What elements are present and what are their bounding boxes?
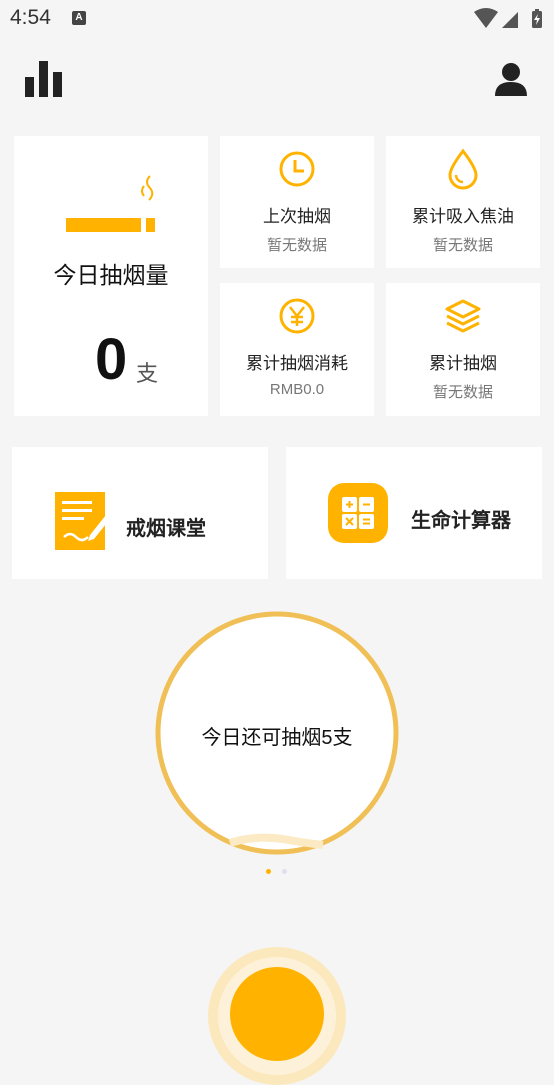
stat-title: 累计吸入焦油: [412, 207, 514, 226]
today-count-card: 今日抽烟量 0 支: [14, 136, 208, 416]
page-dot-active[interactable]: [266, 869, 271, 874]
today-count-unit: 支: [136, 361, 159, 386]
stat-value: 暂无数据: [432, 384, 493, 401]
status-indicators: [474, 8, 542, 28]
status-time: 4:54: [10, 6, 51, 29]
last-smoke-card[interactable]: 上次抽烟 暂无数据: [220, 136, 374, 268]
cigarette-icon: [66, 175, 155, 232]
stat-title: 累计抽烟: [429, 354, 497, 373]
stat-value: RMB0.0: [269, 381, 325, 398]
tile-label: 生命计算器: [411, 510, 511, 532]
notepad-icon: [55, 492, 110, 550]
yen-icon: [279, 298, 315, 334]
tar-card[interactable]: 累计吸入焦油 暂无数据: [386, 136, 540, 268]
stat-value: 暂无数据: [432, 237, 493, 254]
bar-chart-icon[interactable]: [25, 61, 63, 97]
notification-a-icon: A: [72, 11, 86, 25]
stat-value: 暂无数据: [266, 237, 327, 254]
stat-title: 上次抽烟: [263, 207, 331, 226]
drop-icon: [448, 148, 478, 190]
signal-icon: [502, 12, 518, 28]
remaining-ring: 今日还可抽烟5支: [155, 611, 399, 855]
layers-icon: [445, 299, 481, 333]
cost-card[interactable]: 累计抽烟消耗 RMB0.0: [220, 283, 374, 416]
total-smoke-card[interactable]: 累计抽烟 暂无数据: [386, 283, 540, 416]
today-title: 今日抽烟量: [53, 262, 169, 288]
remaining-text: 今日还可抽烟5支: [201, 727, 353, 749]
smoke-record-button[interactable]: [230, 967, 324, 1061]
wifi-icon: [474, 8, 498, 28]
user-icon[interactable]: [494, 62, 528, 96]
stat-title: 累计抽烟消耗: [246, 354, 348, 373]
today-count-value: 0: [95, 327, 128, 392]
tile-label: 戒烟课堂: [126, 518, 206, 540]
life-calculator-tile[interactable]: 生命计算器: [286, 447, 542, 579]
calculator-icon: [328, 483, 388, 543]
quit-class-tile[interactable]: 戒烟课堂: [12, 447, 268, 579]
page-dot[interactable]: [282, 869, 287, 874]
clock-icon: [279, 151, 315, 187]
